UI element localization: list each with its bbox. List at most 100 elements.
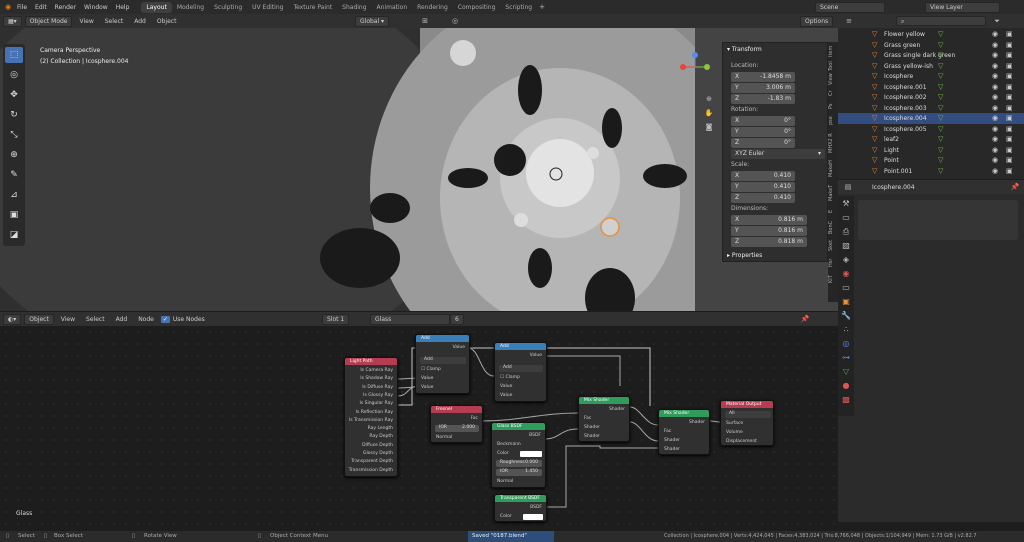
visibility-eye-icon[interactable]: ◉ [992, 104, 998, 112]
visibility-eye-icon[interactable]: ◉ [992, 93, 998, 101]
glass-roughness-field[interactable]: Roughness 0.000 [496, 460, 542, 467]
mesh-data-icon[interactable]: ▽ [938, 30, 943, 38]
tab-sket[interactable]: Sket [828, 238, 838, 254]
scene-props-icon[interactable]: ◈ [839, 253, 853, 266]
filter-funnel-icon[interactable]: ⏷ [992, 16, 1002, 26]
pan-hand-icon[interactable]: ✋ [704, 108, 714, 118]
glass-ior-field[interactable]: IOR 1.450 [496, 469, 542, 476]
menu-edit[interactable]: Edit [31, 4, 51, 11]
outliner-row[interactable]: ▽ Icosphere.004 ▽ ◉ ▣ [838, 113, 1024, 124]
filter-icon[interactable]: ≡ [844, 16, 854, 26]
fresnel-ior-field[interactable]: IOR 2.000 [435, 425, 479, 432]
tab-animation[interactable]: Animation [372, 2, 413, 13]
zoom-icon[interactable]: ⊕ [704, 94, 714, 104]
render-camera-icon[interactable]: ▣ [1006, 125, 1013, 133]
mesh-data-icon[interactable]: ▽ [938, 51, 943, 59]
modifier-props-icon[interactable]: 🔧 [839, 309, 853, 322]
tab-uv-editing[interactable]: UV Editing [247, 2, 288, 13]
scale-tool[interactable]: ⤡ [5, 127, 23, 143]
visibility-eye-icon[interactable]: ◉ [992, 156, 998, 164]
extra-tool[interactable]: ◪ [5, 227, 23, 243]
tab-bonc[interactable]: BonC [828, 218, 838, 236]
node-add-menu[interactable]: Add [112, 316, 132, 323]
outliner-row[interactable]: ▽ Icosphere ▽ ◉ ▣ [838, 71, 1024, 82]
tab-mhx2[interactable]: MHX2 R [828, 130, 838, 156]
editor-type-button[interactable]: ▦▾ [3, 15, 22, 27]
material-output-node[interactable]: Material Output All Surface Volume Displ… [720, 400, 774, 446]
outliner-row[interactable]: ▽ Icosphere.005 ▽ ◉ ▣ [838, 124, 1024, 135]
mesh-data-icon[interactable]: ▽ [938, 135, 943, 143]
render-camera-icon[interactable]: ▣ [1006, 93, 1013, 101]
data-props-icon[interactable]: ▽ [839, 365, 853, 378]
menu-render[interactable]: Render [51, 4, 80, 11]
node-node-menu[interactable]: Node [134, 316, 158, 323]
rotation-z-field[interactable]: Z 0° [731, 138, 795, 148]
tab-texture-paint[interactable]: Texture Paint [288, 2, 337, 13]
render-camera-icon[interactable]: ▣ [1006, 135, 1013, 143]
transparent-color-swatch[interactable] [523, 514, 543, 520]
tab-rendering[interactable]: Rendering [412, 2, 453, 13]
outliner-row[interactable]: ▽ Grass single dark green ▽ ◉ ▣ [838, 50, 1024, 61]
node-select-menu[interactable]: Select [82, 316, 109, 323]
tab-view[interactable]: View [828, 73, 838, 85]
select-box-tool[interactable]: ⬚ [5, 47, 23, 63]
object-mode-dropdown[interactable]: Object Mode [24, 15, 73, 27]
scale-z-field[interactable]: Z 0.410 [731, 193, 795, 203]
material-props-icon[interactable]: ● [839, 379, 853, 392]
menu-help[interactable]: Help [112, 4, 134, 11]
tab-sculpting[interactable]: Sculpting [209, 2, 247, 13]
blender-logo-icon[interactable]: ◉ [3, 2, 13, 12]
visibility-eye-icon[interactable]: ◉ [992, 62, 998, 70]
transform-tool[interactable]: ⊕ [5, 147, 23, 163]
tab-layout[interactable]: Layout [141, 1, 172, 13]
render-camera-icon[interactable]: ▣ [1006, 156, 1013, 164]
navigation-gizmo[interactable] [680, 52, 710, 82]
properties-editor-icon[interactable]: ▤ [843, 182, 853, 192]
mix-shader-node-1[interactable]: Mix Shader Shader Fac Shader Shader [578, 396, 630, 442]
mix-shader-node-2[interactable]: Mix Shader Shader Fac Shader Shader [658, 409, 710, 455]
scale-x-field[interactable]: X 0.410 [731, 171, 795, 181]
transparent-bsdf-node[interactable]: Transparent BSDF BSDF Color [494, 494, 547, 522]
texture-props-icon[interactable]: ▩ [839, 393, 853, 406]
output-props-icon[interactable]: ⎙ [839, 225, 853, 238]
node-view-menu[interactable]: View [57, 316, 79, 323]
mesh-data-icon[interactable]: ▽ [938, 93, 943, 101]
constraint-props-icon[interactable]: ⊶ [839, 351, 853, 364]
fresnel-node[interactable]: Fresnel Fac IOR 2.000 Normal [430, 405, 483, 443]
object-props-icon[interactable]: ▣ [839, 295, 853, 308]
object-name-field[interactable]: Icosphere.004 [872, 184, 915, 191]
tab-hsr[interactable]: Hsr [828, 256, 838, 270]
visibility-eye-icon[interactable]: ◉ [992, 41, 998, 49]
location-z-field[interactable]: Z -1.83 m [731, 94, 795, 104]
render-camera-icon[interactable]: ▣ [1006, 51, 1013, 59]
menu-file[interactable]: File [13, 4, 31, 11]
mesh-data-icon[interactable]: ▽ [938, 62, 943, 70]
rotation-mode-dropdown[interactable]: XYZ Euler ▾ [731, 149, 825, 159]
mesh-data-icon[interactable]: ▽ [938, 114, 943, 122]
render-camera-icon[interactable]: ▣ [1006, 83, 1013, 91]
tab-tool[interactable]: Tool [828, 60, 838, 72]
add-1-clamp[interactable]: ☐ Clamp [421, 367, 441, 372]
mesh-data-icon[interactable]: ▽ [938, 125, 943, 133]
rotation-x-field[interactable]: X 0° [731, 116, 795, 126]
add-workspace-icon[interactable]: + [537, 2, 547, 12]
rotate-tool[interactable]: ↻ [5, 107, 23, 123]
material-selector[interactable]: Glass [370, 314, 450, 325]
options-dropdown[interactable]: Options [800, 16, 834, 27]
outliner-row[interactable]: ▽ Flower yellow ▽ ◉ ▣ [838, 29, 1024, 40]
scale-y-field[interactable]: Y 0.410 [731, 182, 795, 192]
render-camera-icon[interactable]: ▣ [1006, 41, 1013, 49]
visibility-eye-icon[interactable]: ◉ [992, 114, 998, 122]
outliner-row[interactable]: ▽ Icosphere.001 ▽ ◉ ▣ [838, 82, 1024, 93]
properties-header[interactable]: ▸ Properties [727, 252, 762, 259]
outliner-row[interactable]: ▽ Point.001 ▽ ◉ ▣ [838, 166, 1024, 177]
add-2-clamp[interactable]: ☐ Clamp [500, 375, 520, 380]
mesh-data-icon[interactable]: ▽ [938, 83, 943, 91]
tab-compositing[interactable]: Compositing [453, 2, 501, 13]
render-camera-icon[interactable]: ▣ [1006, 72, 1013, 80]
snap-icon[interactable]: ⊞ [420, 16, 430, 26]
output-target-dropdown[interactable]: All [725, 411, 771, 418]
particle-props-icon[interactable]: ∴ [839, 323, 853, 336]
visibility-eye-icon[interactable]: ◉ [992, 146, 998, 154]
view-layer-props-icon[interactable]: ▨ [839, 239, 853, 252]
